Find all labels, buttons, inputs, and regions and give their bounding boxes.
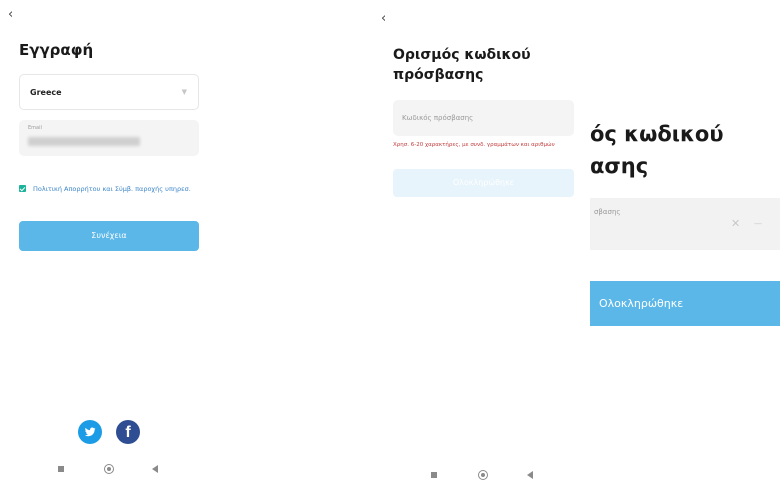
- title-line-2: ασης: [590, 154, 649, 178]
- home-icon[interactable]: [478, 470, 488, 480]
- password-field[interactable]: σβασης: [590, 198, 780, 250]
- done-button[interactable]: Ολοκληρώθηκε: [590, 281, 780, 326]
- password-hint-error: Χρησ. 6-20 χαρακτήρες, με συνδ. γραμμάτω…: [393, 142, 555, 148]
- nav-back-icon[interactable]: [152, 465, 158, 473]
- registration-screen: ‹ Εγγραφή Greece ▼ Email Πολιτική Απορρή…: [0, 0, 215, 480]
- twitter-bird-icon: [84, 427, 96, 437]
- screenshot-collage: ‹ Εγγραφή Greece ▼ Email Πολιτική Απορρή…: [0, 0, 780, 480]
- country-select[interactable]: Greece ▼: [19, 74, 199, 110]
- recent-apps-icon[interactable]: [431, 472, 437, 478]
- terms-link[interactable]: Πολιτική Απορρήτου και Σύμβ. παροχής υπη…: [33, 185, 201, 194]
- nav-back-icon[interactable]: [527, 471, 533, 479]
- page-title: Εγγραφή: [19, 41, 94, 59]
- zoomed-set-password-screen: ός κωδικού ασης σβασης ✕ — Ολοκληρώθηκε: [590, 0, 780, 480]
- page-title: ός κωδικού ασης: [590, 118, 780, 182]
- email-field[interactable]: Email: [19, 120, 199, 156]
- title-line-1: ός κωδικού: [590, 122, 724, 146]
- password-placeholder: Κωδικός πρόσβασης: [402, 114, 474, 122]
- country-value: Greece: [30, 88, 62, 97]
- continue-button[interactable]: Συνέχεια: [19, 221, 199, 251]
- hide-password-icon[interactable]: —: [754, 219, 762, 228]
- password-label: σβασης: [594, 208, 621, 216]
- home-icon[interactable]: [104, 464, 114, 474]
- password-field[interactable]: Κωδικός πρόσβασης: [393, 100, 574, 136]
- twitter-icon[interactable]: [78, 420, 102, 444]
- back-arrow-icon[interactable]: ‹: [8, 8, 13, 21]
- email-label: Email: [28, 125, 42, 131]
- chevron-down-icon: ▼: [181, 88, 187, 96]
- done-button-disabled[interactable]: Ολοκληρώθηκε: [393, 169, 574, 197]
- facebook-icon[interactable]: f: [116, 420, 140, 444]
- blurred-email-value: [28, 137, 140, 146]
- terms-checkbox[interactable]: [19, 185, 26, 192]
- page-title: Ορισμός κωδικού πρόσβασης: [393, 47, 531, 83]
- recent-apps-icon[interactable]: [58, 466, 64, 472]
- clear-icon[interactable]: ✕: [731, 217, 740, 230]
- back-arrow-icon[interactable]: ‹: [381, 12, 386, 25]
